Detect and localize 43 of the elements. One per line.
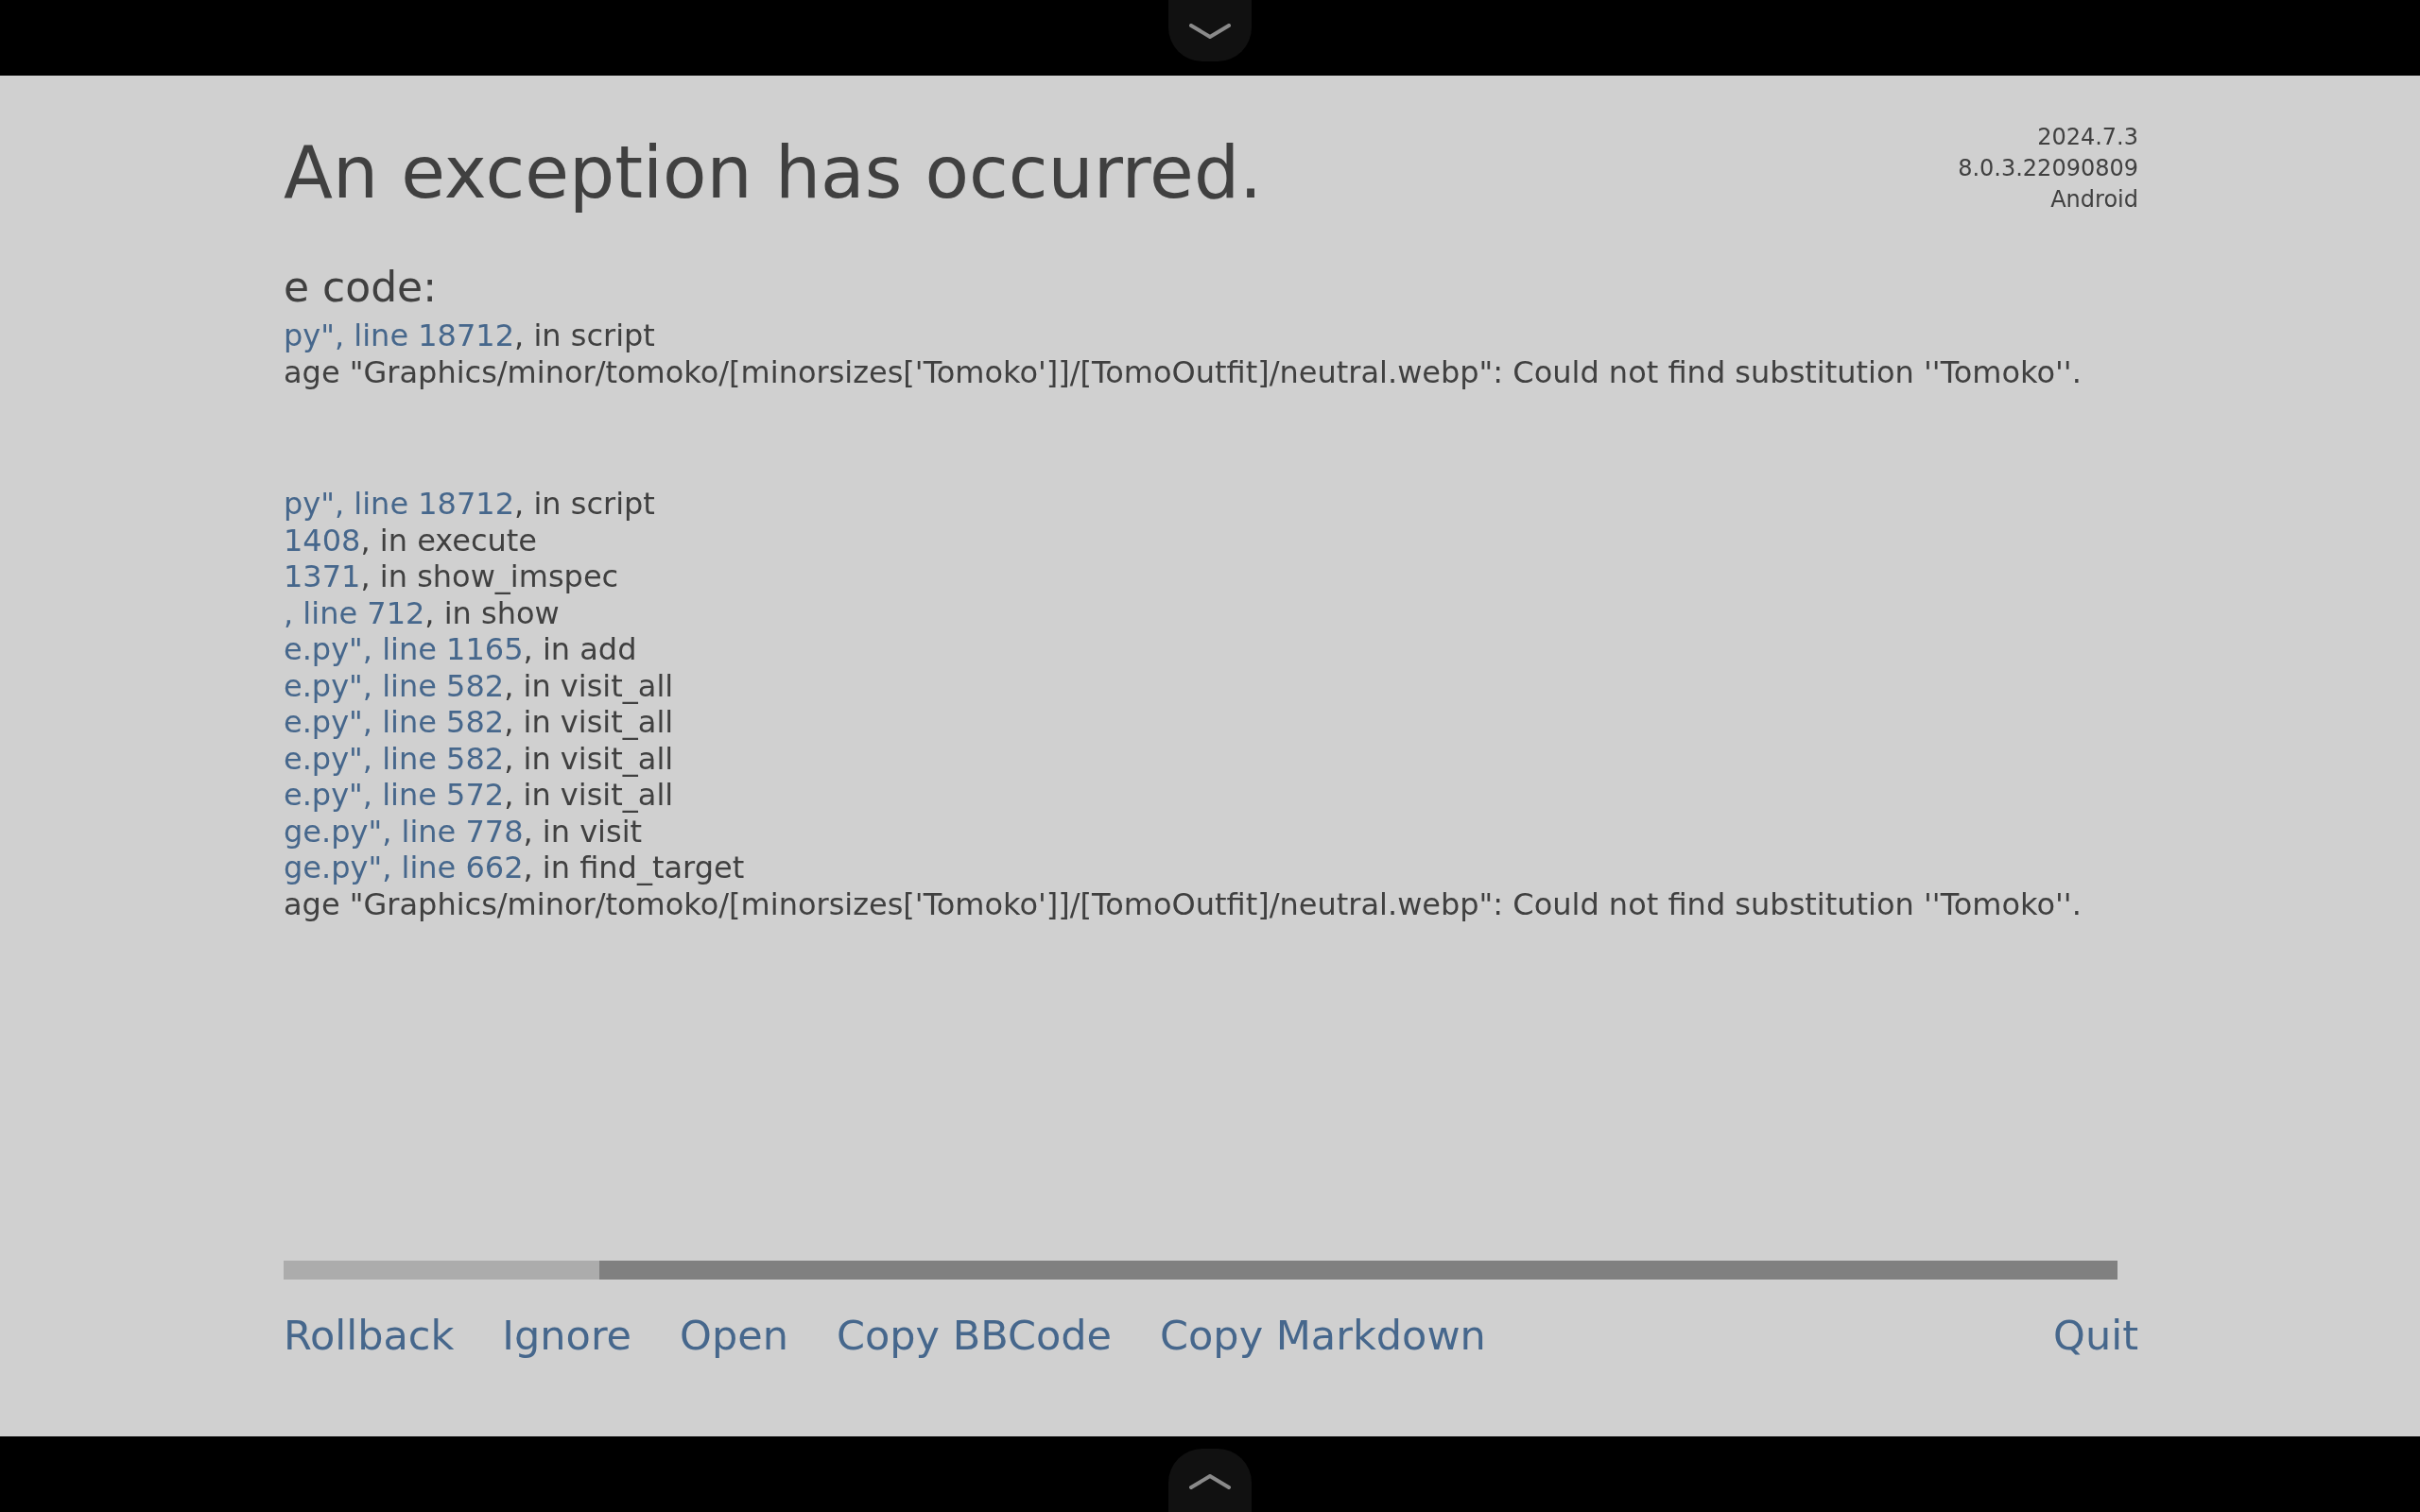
pull-up-tab[interactable] [1168,1449,1252,1512]
traceback-line: , line 712, in show [284,594,560,631]
traceback-line: e.py", line 582, in visit_all [284,667,674,704]
file-link[interactable]: py", line 18712 [284,318,515,353]
traceback-line: age "Graphics/minor/tomoko/[minorsizes['Tomoko']]/[TomoOutfit]/neutral.webp": Could not find substitution ''Tomoko''. [284,885,2082,922]
open-button[interactable]: Open [680,1312,788,1359]
traceback-line: e.py", line 582, in visit_all [284,740,674,777]
version-text: 2024.7.3 [2037,123,2138,152]
file-link[interactable]: e.py", line 582 [284,704,505,740]
traceback-line: py", line 18712, in script [284,486,655,523]
file-link[interactable]: 1408 [284,522,361,558]
file-link[interactable]: e.py", line 582 [284,740,505,777]
file-link[interactable]: ge.py", line 662 [284,850,524,885]
file-link[interactable]: py", line 18712 [284,486,515,522]
scrollbar-track[interactable] [284,1261,2118,1280]
traceback-line: age "Graphics/minor/tomoko/[minorsizes['Tomoko']]/[TomoOutfit]/neutral.webp": Could not find substitution ''Tomoko''. [284,353,2082,390]
file-link[interactable]: 1371 [284,558,361,594]
scrollbar-thumb[interactable] [284,1261,599,1280]
traceback-line: 1408, in execute [284,522,537,558]
file-link[interactable]: e.py", line 582 [284,667,505,704]
ignore-button[interactable]: Ignore [502,1312,632,1359]
traceback-line: e.py", line 582, in visit_all [284,704,674,741]
rollback-button[interactable]: Rollback [284,1312,455,1359]
error-title: An exception has occurred. [284,129,1263,215]
file-link[interactable]: ge.py", line 778 [284,813,524,850]
traceback-line: 1371, in show_imspec [284,558,619,595]
quit-button[interactable]: Quit [2053,1312,2138,1359]
file-link[interactable]: e.py", line 572 [284,777,505,813]
section-heading: e code: [284,264,437,311]
pull-down-tab[interactable] [1168,0,1252,61]
copy-bbcode-button[interactable]: Copy BBCode [836,1312,1112,1359]
traceback-line: e.py", line 1165, in add [284,631,637,668]
file-link[interactable]: e.py", line 1165 [284,631,524,667]
chevron-down-icon [1189,23,1231,39]
version-text: 8.0.3.22090809 [1958,154,2138,183]
traceback-line: ge.py", line 662, in find_target [284,850,745,886]
version-text: Android [2050,185,2138,215]
chevron-up-icon [1189,1474,1231,1489]
traceback-line: ge.py", line 778, in visit [284,813,643,850]
copy-markdown-button[interactable]: Copy Markdown [1160,1312,1486,1359]
file-link[interactable]: , line 712 [284,594,425,631]
traceback-line: py", line 18712, in script [284,318,655,354]
traceback-line: e.py", line 572, in visit_all [284,777,674,814]
